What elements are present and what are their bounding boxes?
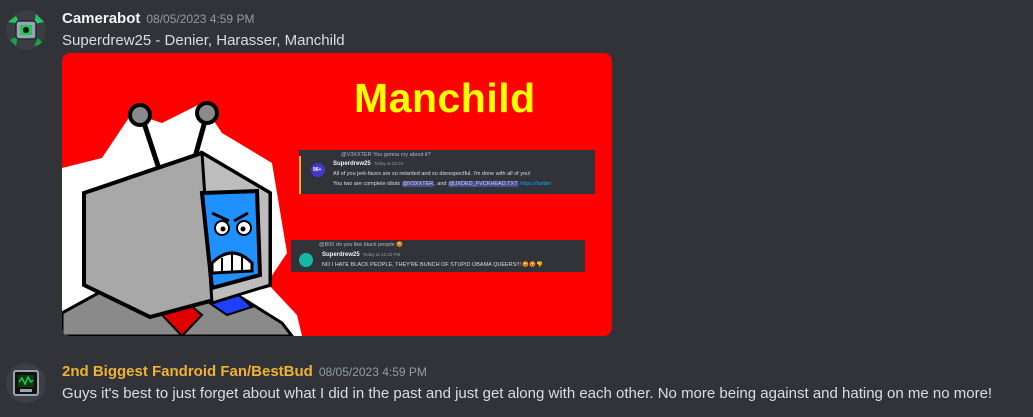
reply-line: @V3XXTER You gonna cry about it? [341,152,431,158]
link: https://twitter [520,181,552,187]
avatar-label: 96+ [313,167,322,173]
message-text: Guys it's best to just forget about what… [62,385,993,402]
reply-line: @B00 do you like black people 😡 [319,242,403,248]
camerabot-avatar[interactable] [6,10,46,50]
username[interactable]: Camerabot [62,10,140,27]
message-2: 2nd Biggest Fandroid Fan/BestBud 08/05/20… [0,361,1033,417]
embedded-screenshot-2: @B00 do you like black people 😡 Superdre… [291,240,585,272]
embed-line-1: NO I HATE BLACK PEOPLE, THEY'RE BUNCH OF… [322,262,543,268]
bestbud-avatar[interactable] [6,363,46,403]
username[interactable]: 2nd Biggest Fandroid Fan/BestBud [62,363,313,380]
message-text: Superdrew25 - Denier, Harasser, Manchild [62,32,345,49]
embed-author: Superdrew25 Today at 12:22 PM [322,252,401,258]
embed-line-2: You two are complete idiots @V3XXTER, an… [333,181,552,187]
image-attachment[interactable]: Manchild @V3XXTER You gonna cry about it… [62,53,612,336]
embed-line-1: All of you jerk-faces are so retarded an… [333,171,531,177]
highlight-bar [299,156,301,194]
message-header: 2nd Biggest Fandroid Fan/BestBud 08/05/20… [62,363,427,381]
mention: @JXDED_FVCKHEAD.TXT [448,181,519,187]
manchild-title: Manchild [354,75,536,121]
timestamp: 08/05/2023 4:59 PM [318,365,427,379]
embed-author: Superdrew25 Today at 22:24 [333,161,404,167]
message-header: Camerabot 08/05/2023 4:59 PM [62,10,254,28]
embedded-screenshot-1: @V3XXTER You gonna cry about it? 96+ Sup… [299,150,595,194]
mention: @V3XXTER [401,181,435,187]
timestamp: 08/05/2023 4:59 PM [146,12,255,26]
embed-avatar [299,253,313,267]
embed-avatar: 96+ [311,163,325,177]
